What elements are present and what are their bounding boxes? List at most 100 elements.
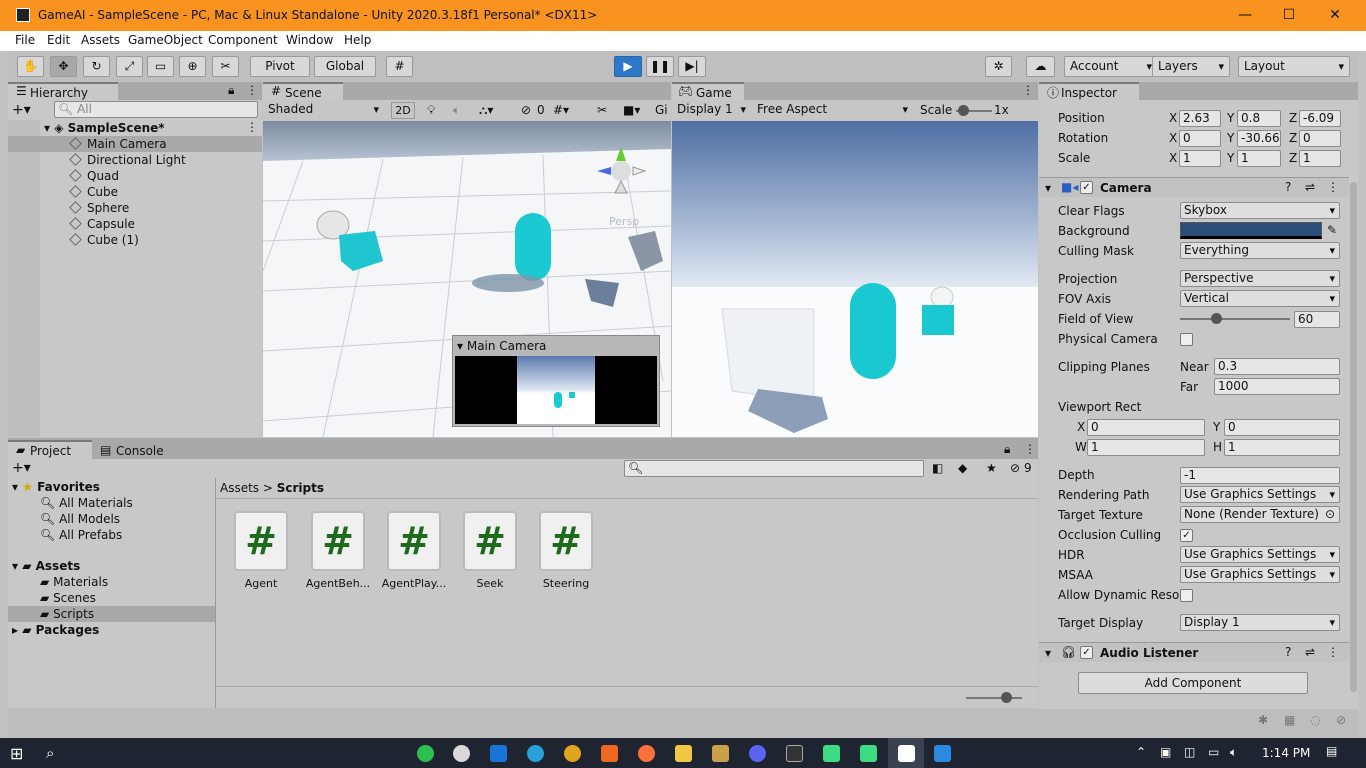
volume-icon[interactable]: 🔈︎ <box>1230 745 1237 760</box>
play-button[interactable]: ▶ <box>614 56 642 77</box>
eyedropper-icon[interactable]: ✎ <box>1327 223 1337 237</box>
layers-dropdown[interactable]: Layers <box>1152 56 1230 77</box>
shading-dropdown[interactable]: Shaded <box>265 102 383 119</box>
viewport-h-field[interactable]: 1 <box>1224 439 1340 456</box>
chrome-icon[interactable] <box>564 745 581 762</box>
fov-axis-dropdown[interactable]: Vertical <box>1180 290 1340 307</box>
physical-camera-checkbox[interactable] <box>1180 333 1193 346</box>
hierarchy-item[interactable]: Cube (1) <box>8 232 139 248</box>
hierarchy-item[interactable]: Capsule <box>8 216 135 232</box>
minimize-button[interactable]: — <box>1222 4 1268 26</box>
discord-icon[interactable] <box>749 745 766 762</box>
occlusion-culling-checkbox[interactable]: ✓ <box>1180 529 1193 542</box>
folder-scripts[interactable]: ▰ Scripts <box>8 606 215 622</box>
rotation-z-field[interactable]: 0 <box>1299 130 1341 147</box>
transform-tool-icon[interactable]: ⊕ <box>179 56 206 77</box>
preset-icon[interactable]: ⇌ <box>1305 180 1315 194</box>
favorites-item[interactable]: ▾ ★ Favorites <box>12 479 100 495</box>
display-dropdown[interactable]: Display 1 <box>674 102 750 119</box>
clear-flags-dropdown[interactable]: Skybox <box>1180 202 1340 219</box>
custom-tool-icon[interactable]: ✂ <box>212 56 239 77</box>
layout-dropdown[interactable]: Layout <box>1238 56 1350 77</box>
menu-assets[interactable]: Assets <box>81 33 120 47</box>
vscode-icon[interactable] <box>934 745 951 762</box>
assets-folder[interactable]: ▾ ▰ Assets <box>12 558 80 574</box>
move-tool-icon[interactable]: ✥ <box>50 56 77 77</box>
component-menu-icon[interactable]: ⋮ <box>1327 645 1339 659</box>
near-field[interactable]: 0.3 <box>1214 358 1340 375</box>
viewport-w-field[interactable]: 1 <box>1087 439 1205 456</box>
msaa-dropdown[interactable]: Use Graphics Settings <box>1180 566 1340 583</box>
script-asset[interactable]: # AgentPlay... <box>379 511 449 590</box>
breadcrumb-scripts[interactable]: Scripts <box>277 481 324 495</box>
global-button[interactable]: Global <box>314 56 376 77</box>
fov-slider-thumb[interactable] <box>1211 313 1222 324</box>
script-asset[interactable]: # Seek <box>455 511 525 590</box>
grid-snap-icon[interactable]: # <box>386 56 413 77</box>
close-button[interactable]: ✕ <box>1312 4 1358 26</box>
2d-toggle[interactable]: 2D <box>391 102 415 119</box>
hierarchy-item[interactable]: Main Camera <box>8 136 262 152</box>
help-icon[interactable]: ? <box>1285 645 1291 659</box>
hierarchy-item[interactable]: Sphere <box>8 200 129 216</box>
game-viewport[interactable] <box>672 121 1038 437</box>
app-icon[interactable] <box>712 745 729 762</box>
firefox-icon[interactable] <box>638 745 655 762</box>
grid-icon[interactable]: #▾ <box>553 103 569 117</box>
progress-icon[interactable]: ◌ <box>1310 713 1320 727</box>
aspect-dropdown[interactable]: Free Aspect <box>754 102 912 119</box>
maximize-button[interactable]: ☐ <box>1266 4 1312 26</box>
edge-icon[interactable] <box>527 745 544 762</box>
mail-icon[interactable] <box>490 745 507 762</box>
culling-mask-dropdown[interactable]: Everything <box>1180 242 1340 259</box>
hierarchy-item[interactable]: Quad <box>8 168 119 184</box>
scale-slider-thumb[interactable] <box>958 105 969 116</box>
project-search-input[interactable]: 🔍︎ <box>624 460 924 477</box>
scale-x-field[interactable]: 1 <box>1179 150 1221 167</box>
folder-scenes[interactable]: ▰ Scenes <box>40 590 96 606</box>
scene-menu-icon[interactable]: ⋮ <box>246 120 258 134</box>
add-button[interactable]: +▾ <box>12 102 31 118</box>
pivot-button[interactable]: Pivot <box>250 56 310 77</box>
scale-y-field[interactable]: 1 <box>1237 150 1281 167</box>
menu-gameobject[interactable]: GameObject <box>128 33 203 47</box>
favorite-icon[interactable]: ★ <box>986 461 997 475</box>
create-button[interactable]: +▾ <box>12 460 31 476</box>
whatsapp-icon[interactable] <box>417 745 434 762</box>
icon-size-slider-thumb[interactable] <box>1001 692 1012 703</box>
audio-listener-checkbox[interactable]: ✓ <box>1080 646 1093 659</box>
menu-component[interactable]: Component <box>208 33 278 47</box>
dynamic-resolution-checkbox[interactable] <box>1180 589 1193 602</box>
background-color-field[interactable] <box>1180 222 1322 239</box>
account-dropdown[interactable]: Account <box>1064 56 1158 77</box>
depth-field[interactable]: -1 <box>1180 467 1340 484</box>
script-asset[interactable]: # Steering <box>531 511 601 590</box>
menu-window[interactable]: Window <box>286 33 333 47</box>
tray-icon[interactable]: ◫ <box>1184 745 1195 759</box>
android-icon[interactable] <box>860 745 877 762</box>
lock-icon[interactable]: 🔒︎ <box>1004 442 1010 457</box>
cloud-icon[interactable]: ☁ <box>1026 56 1055 77</box>
component-menu-icon[interactable]: ⋮ <box>1327 180 1339 194</box>
file-explorer-icon[interactable] <box>675 745 692 762</box>
favorites-all-models[interactable]: 🔍︎ All Models <box>40 511 120 527</box>
battery-icon[interactable]: ▭ <box>1208 745 1219 759</box>
lock-icon[interactable]: 🔒︎ <box>228 83 234 98</box>
rect-tool-icon[interactable]: ▭ <box>147 56 174 77</box>
collab-icon[interactable]: ✲ <box>985 56 1012 77</box>
tray-chevron-icon[interactable]: ⌃ <box>1136 745 1146 759</box>
effects-icon[interactable]: ⛬▾ <box>479 103 493 118</box>
clock[interactable]: 1:14 PM <box>1262 746 1310 760</box>
pause-button[interactable]: ❚❚ <box>646 56 674 77</box>
menu-help[interactable]: Help <box>344 33 371 47</box>
target-display-dropdown[interactable]: Display 1 <box>1180 614 1340 631</box>
tools-icon[interactable]: ✂ <box>597 103 607 117</box>
object-picker-icon[interactable]: ⊙ <box>1325 507 1335 522</box>
menu-file[interactable]: File <box>15 33 35 47</box>
kebab-menu-icon[interactable]: ⋮ <box>1024 442 1036 456</box>
hierarchy-search-input[interactable]: 🔍︎ All <box>54 101 258 118</box>
notification-icon[interactable]: ▤ <box>1326 744 1337 758</box>
audio-icon[interactable]: 🔈︎ <box>453 103 460 118</box>
breadcrumb-assets[interactable]: Assets <box>220 481 259 495</box>
far-field[interactable]: 1000 <box>1214 378 1340 395</box>
